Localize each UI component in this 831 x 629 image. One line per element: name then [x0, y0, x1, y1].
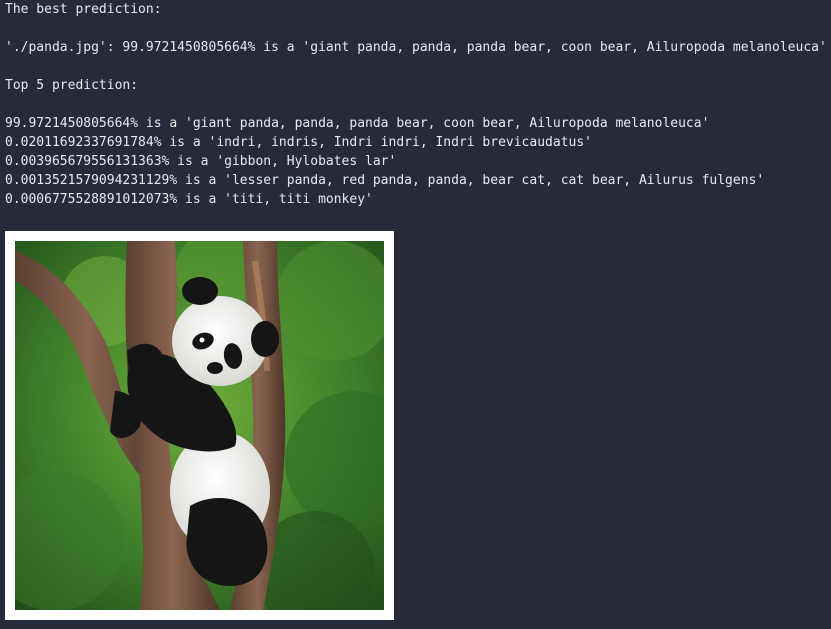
prediction-line: 99.9721450805664% is a 'giant panda, pan… [5, 116, 710, 131]
panda-image-frame [5, 231, 394, 620]
prediction-line: 0.0013521579094231129% is a 'lesser pand… [5, 173, 765, 188]
cell-output: The best prediction: './panda.jpg': 99.9… [5, 0, 831, 209]
prediction-line: 0.003965679556131363% is a 'gibbon, Hylo… [5, 154, 397, 169]
panda-image [15, 241, 384, 610]
best-prediction-heading: The best prediction: [5, 2, 162, 17]
prediction-line: 0.0006775528891012073% is a 'titi, titi … [5, 192, 373, 207]
top5-heading: Top 5 prediction: [5, 78, 139, 93]
prediction-line: 0.02011692337691784% is a 'indri, indris… [5, 135, 592, 150]
best-prediction-line: './panda.jpg': 99.9721450805664% is a 'g… [5, 40, 827, 55]
